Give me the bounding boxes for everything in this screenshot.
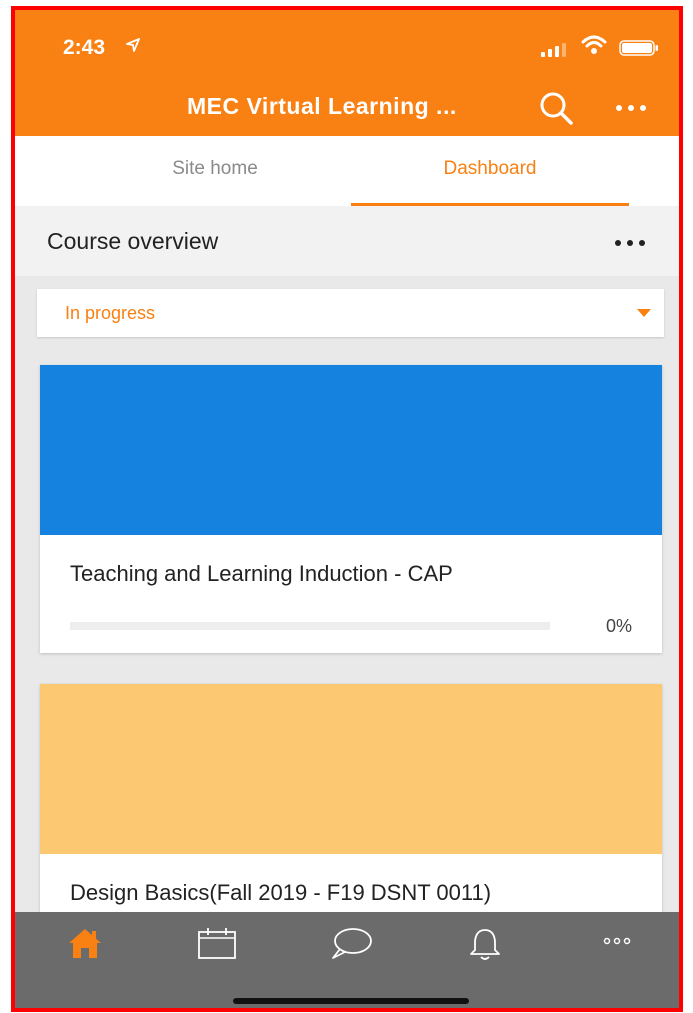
calendar-icon (198, 928, 236, 959)
course-image (40, 365, 662, 535)
course-overview-more-button[interactable] (605, 226, 655, 260)
bell-icon (470, 929, 500, 960)
app-title: MEC Virtual Learning ... (187, 93, 457, 119)
status-time: 2:43 (63, 36, 106, 59)
search-icon (540, 92, 573, 125)
cellular-signal-icon (541, 43, 566, 57)
nav-notifications-button[interactable] (455, 926, 515, 966)
more-horizontal-icon (615, 240, 645, 246)
course-overview-header: Course overview (15, 206, 679, 276)
course-title: Teaching and Learning Induction - CAP (70, 561, 453, 586)
location-arrow-icon (126, 38, 140, 52)
course-progress-bar (70, 622, 550, 630)
messages-icon (332, 928, 372, 959)
nav-calendar-button[interactable] (187, 926, 247, 966)
app-bar: MEC Virtual Learning ... (15, 70, 679, 136)
course-title: Design Basics(Fall 2019 - F19 DSNT 0011) (70, 880, 492, 905)
more-icon (603, 937, 631, 945)
nav-more-button[interactable] (587, 926, 647, 966)
filter-selected-value: In progress (65, 303, 156, 323)
battery-icon (619, 40, 658, 56)
home-indicator[interactable] (233, 998, 469, 1004)
section-title: Course overview (47, 228, 219, 254)
nav-home-button[interactable] (55, 926, 115, 966)
tab-dashboard[interactable]: Dashboard (351, 136, 629, 206)
more-horizontal-icon (616, 105, 646, 111)
app-more-button[interactable] (605, 90, 657, 126)
course-image (40, 684, 662, 854)
tab-bar: Site home Dashboard (15, 136, 679, 206)
tab-site-home[interactable]: Site home (105, 136, 325, 206)
caret-down-icon (637, 309, 651, 317)
search-button[interactable] (533, 88, 581, 128)
bottom-navigation (15, 912, 679, 1008)
home-icon (69, 929, 101, 958)
status-bar: 2:43 (15, 10, 679, 70)
nav-messages-button[interactable] (321, 926, 381, 966)
app-screen: 2:43 MEC Virtual Learning ... Site home … (11, 6, 683, 1012)
course-progress-text: 0% (605, 616, 632, 636)
course-card[interactable]: Design Basics(Fall 2019 - F19 DSNT 0011) (40, 684, 662, 944)
course-filter-select[interactable]: In progress (37, 289, 664, 337)
wifi-icon (581, 35, 607, 54)
course-card[interactable]: Teaching and Learning Induction - CAP 0% (40, 365, 662, 653)
